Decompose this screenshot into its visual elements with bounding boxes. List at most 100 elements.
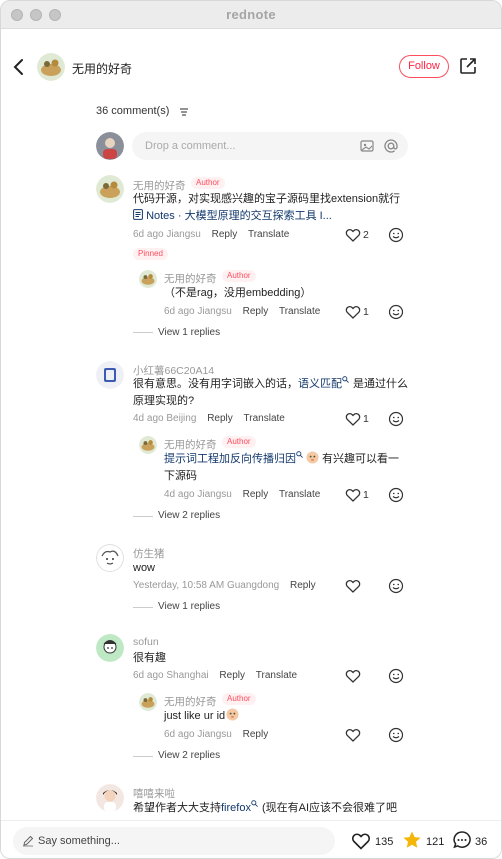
like-icon[interactable]: [345, 668, 361, 684]
face-emoji-icon: [306, 451, 319, 464]
app-window: rednote 无用的好奇 Follow 36 comment(s) Drop …: [0, 0, 502, 859]
post-header: 无用的好奇 Follow: [1, 29, 501, 105]
translate-button[interactable]: Translate: [279, 489, 320, 500]
comment-location: Guangdong: [226, 580, 280, 591]
reply-button[interactable]: Reply: [243, 729, 269, 740]
reply-name[interactable]: 无用的好奇: [164, 437, 217, 452]
emoji-reaction-icon[interactable]: [388, 487, 404, 503]
commenter-name[interactable]: 嘻嘻来啦: [133, 786, 175, 801]
view-replies-link[interactable]: View 2 replies: [158, 750, 220, 761]
emoji-reaction-icon[interactable]: [388, 304, 404, 320]
reply-button[interactable]: Reply: [212, 229, 238, 240]
like-count: 1: [363, 413, 369, 425]
like-icon[interactable]: [351, 831, 371, 851]
emoji-reaction-icon[interactable]: [388, 227, 404, 243]
translate-button[interactable]: Translate: [256, 670, 297, 681]
comment-time: Yesterday, 10:58 AM: [133, 580, 225, 591]
reply-avatar[interactable]: [139, 693, 157, 711]
reply-avatar[interactable]: [139, 436, 157, 454]
commenter-avatar[interactable]: [96, 175, 124, 203]
search-keyword-link[interactable]: 提示词工程加反向传播归因: [164, 453, 296, 465]
emoji-reaction-icon[interactable]: [388, 668, 404, 684]
comment-text-body: 代码开源，对实现感兴趣的宝子源码里找extension就行: [133, 193, 401, 205]
reply-time: 4d ago: [164, 489, 195, 500]
emoji-reaction-icon[interactable]: [388, 578, 404, 594]
reply-name[interactable]: 无用的好奇: [164, 694, 217, 709]
star-icon[interactable]: [402, 830, 422, 850]
reply-button[interactable]: Reply: [243, 489, 269, 500]
divider: [133, 516, 153, 517]
emoji-reaction-icon[interactable]: [388, 411, 404, 427]
comment-count: 36 comment(s): [96, 105, 170, 117]
view-replies-link[interactable]: View 2 replies: [158, 510, 220, 521]
divider: [133, 607, 153, 608]
comment-text: 希望作者大大支持firefox (现在有AI应该不会很难了吧: [133, 800, 423, 817]
commenter-avatar[interactable]: [96, 634, 124, 662]
reply-text-body: just like ur id: [164, 710, 226, 722]
say-something-input[interactable]: Say something...: [13, 827, 335, 855]
comment-text: 很有意思。没有用字词嵌入的话，语义匹配 是通过什么原理实现的?: [133, 376, 413, 410]
note-link[interactable]: Notes · 大模型原理的交互探索工具 I...: [133, 208, 413, 225]
like-icon[interactable]: [345, 487, 361, 503]
comment-icon[interactable]: [452, 830, 472, 850]
follow-button[interactable]: Follow: [399, 55, 449, 78]
comment-text: 很有趣: [133, 652, 166, 664]
back-icon[interactable]: [11, 57, 27, 77]
note-link-text[interactable]: Notes · 大模型原理的交互探索工具 I...: [146, 210, 332, 222]
reply-button[interactable]: Reply: [207, 413, 233, 424]
commenter-name[interactable]: 仿生猪: [133, 546, 165, 561]
like-icon[interactable]: [345, 411, 361, 427]
comment-text-part: 希望作者大大支持: [133, 802, 221, 814]
reply-button[interactable]: Reply: [290, 580, 316, 591]
translate-button[interactable]: Translate: [244, 413, 285, 424]
comment-text: wow: [133, 562, 156, 574]
like-icon[interactable]: [345, 304, 361, 320]
reply-name[interactable]: 无用的好奇: [164, 271, 217, 286]
comment-meta: 6d ago Shanghai Reply Translate: [133, 670, 297, 681]
reply-meta: 6d ago Jiangsu Reply: [164, 729, 268, 740]
search-icon: [296, 451, 303, 458]
divider: [133, 756, 153, 757]
comment-time: 4d ago: [133, 413, 164, 424]
translate-button[interactable]: Translate: [279, 306, 320, 317]
comment-text: 代码开源，对实现感兴趣的宝子源码里找extension就行: [133, 191, 413, 208]
pinned-badge: Pinned: [133, 248, 168, 260]
pencil-icon: [23, 835, 34, 847]
view-replies-link[interactable]: View 1 replies: [158, 601, 220, 612]
translate-button[interactable]: Translate: [248, 229, 289, 240]
reply-text: just like ur id: [164, 708, 239, 725]
view-replies-link[interactable]: View 1 replies: [158, 327, 220, 338]
reply-time: 6d ago: [164, 306, 195, 317]
reply-location: Jiangsu: [197, 306, 232, 317]
reply-avatar[interactable]: [139, 270, 157, 288]
commenter-avatar[interactable]: [96, 784, 124, 812]
author-badge: Author: [222, 436, 256, 448]
comment-meta: Yesterday, 10:58 AM Guangdong Reply: [133, 580, 316, 591]
author-name[interactable]: 无用的好奇: [72, 60, 132, 77]
like-icon[interactable]: [345, 727, 361, 743]
commenter-avatar[interactable]: [96, 544, 124, 572]
search-keyword-link[interactable]: firefox: [221, 802, 251, 814]
search-icon: [342, 376, 349, 383]
reply-button[interactable]: Reply: [243, 306, 269, 317]
author-avatar[interactable]: [37, 53, 65, 81]
comment-input-placeholder: Drop a comment...: [145, 140, 236, 152]
at-mention-icon[interactable]: [383, 138, 399, 154]
image-icon[interactable]: [360, 139, 374, 153]
like-count: 1: [363, 489, 369, 501]
sort-icon[interactable]: [179, 107, 189, 117]
like-icon[interactable]: [345, 578, 361, 594]
reply-meta: 4d ago Jiangsu Reply Translate: [164, 489, 320, 500]
search-keyword-link[interactable]: 语义匹配: [298, 378, 342, 390]
comment-location: Beijing: [166, 413, 197, 424]
like-icon[interactable]: [345, 227, 361, 243]
emoji-reaction-icon[interactable]: [388, 727, 404, 743]
comment-text-part: (现在有AI应该不会很难了吧: [261, 802, 398, 814]
author-badge: Author: [222, 693, 256, 705]
reply-meta: 6d ago Jiangsu Reply Translate: [164, 306, 320, 317]
commenter-avatar[interactable]: [96, 361, 124, 389]
reply-button[interactable]: Reply: [219, 670, 245, 681]
share-icon[interactable]: [459, 57, 477, 75]
commenter-name[interactable]: sofun: [133, 636, 159, 648]
comment-input[interactable]: Drop a comment...: [132, 132, 408, 160]
